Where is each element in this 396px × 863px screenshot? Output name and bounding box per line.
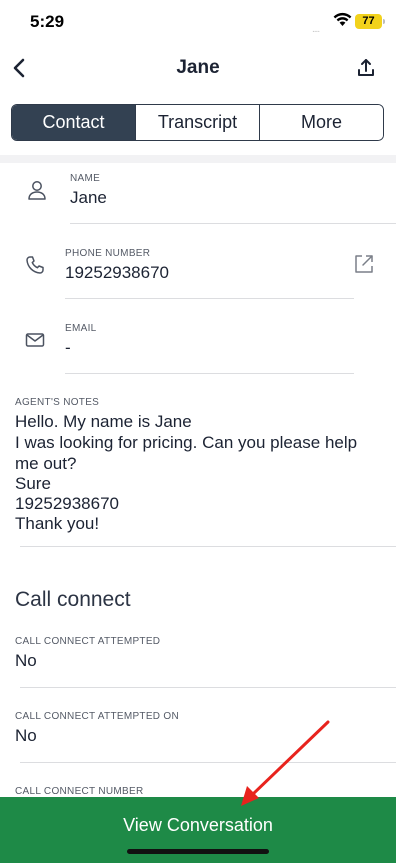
agent-notes-line: Thank you! xyxy=(15,514,100,533)
email-label: EMAIL xyxy=(65,323,97,334)
email-value: - xyxy=(65,338,71,357)
page-title: Jane xyxy=(176,57,220,78)
external-link-icon[interactable] xyxy=(353,253,375,275)
divider xyxy=(65,373,354,374)
battery-icon: 77 xyxy=(355,14,382,29)
share-icon[interactable] xyxy=(354,56,378,80)
cellular-signal-icon: .... xyxy=(312,24,320,35)
conversation-detail-screen: 5:29 .... 77 Jane Contact Transcript Mor… xyxy=(0,0,396,863)
agent-notes-line: Hello. My name is Jane xyxy=(15,412,192,431)
name-value: Jane xyxy=(70,188,107,207)
name-label: NAME xyxy=(70,173,101,184)
phone-label: PHONE NUMBER xyxy=(65,248,151,259)
segmented-tabs: Contact Transcript More xyxy=(11,104,384,141)
section-separator xyxy=(0,155,396,163)
home-indicator xyxy=(127,849,269,854)
agent-notes-line: I was looking for pricing. Can you pleas… xyxy=(15,433,358,452)
navigation-bar: Jane xyxy=(0,46,396,90)
call-connect-attempted-value: No xyxy=(15,651,37,670)
phone-value[interactable]: 19252938670 xyxy=(65,263,169,283)
divider xyxy=(70,223,396,224)
agent-notes-label: AGENT'S NOTES xyxy=(15,397,100,408)
phone-icon xyxy=(24,254,46,276)
agent-notes-line: me out? xyxy=(15,454,77,473)
agent-notes-line: Sure xyxy=(15,474,51,493)
tab-contact[interactable]: Contact xyxy=(12,105,135,140)
divider xyxy=(65,298,354,299)
call-connect-attempted-on-value: No xyxy=(15,726,37,745)
call-connect-heading: Call connect xyxy=(15,588,131,611)
call-connect-attempted-label: CALL CONNECT ATTEMPTED xyxy=(15,636,161,647)
person-icon xyxy=(26,179,48,201)
tab-transcript[interactable]: Transcript xyxy=(135,105,259,140)
status-bar: 5:29 .... 77 xyxy=(0,0,396,46)
battery-cap xyxy=(383,19,385,24)
agent-notes-line: 19252938670 xyxy=(15,494,120,513)
tab-more[interactable]: More xyxy=(259,105,383,140)
call-connect-attempted-on-label: CALL CONNECT ATTEMPTED ON xyxy=(15,711,180,722)
divider xyxy=(20,762,396,763)
divider xyxy=(20,687,396,688)
call-connect-number-label: CALL CONNECT NUMBER xyxy=(15,786,144,797)
status-time: 5:29 xyxy=(30,12,65,31)
mail-icon xyxy=(24,329,46,351)
divider xyxy=(20,546,396,547)
wifi-icon xyxy=(333,12,352,32)
